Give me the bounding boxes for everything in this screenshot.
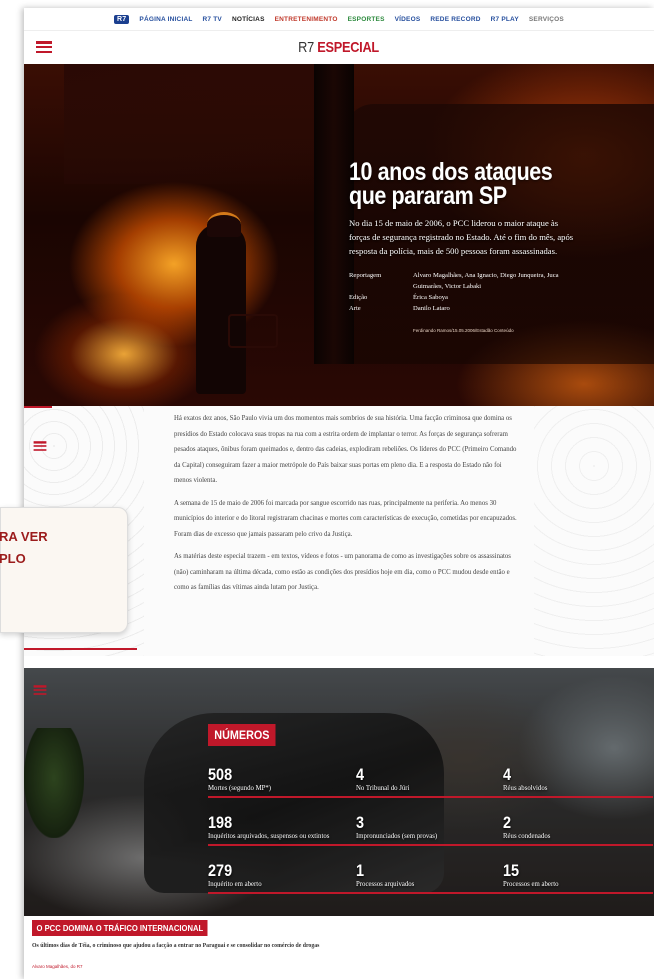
- stat-item: 15 Processos em aberto: [503, 862, 653, 894]
- hero-photo-helmet: [207, 212, 241, 237]
- stat-number: 508: [208, 765, 233, 784]
- credit-key: Edição: [349, 294, 368, 301]
- hamburger-icon[interactable]: [36, 41, 52, 53]
- nav-item-entretenimento[interactable]: ENTRETENIMENTO: [275, 16, 338, 23]
- stat-number: 2: [503, 813, 512, 832]
- nav-item-r7play[interactable]: R7 PLAY: [491, 16, 519, 23]
- section-divider: [24, 648, 137, 650]
- stat-number: 15: [503, 861, 520, 880]
- stat-number: 1: [356, 861, 365, 880]
- hero-photo-roof: [64, 64, 324, 184]
- article-paragraph: Há exatos dez anos, São Paulo vivia um d…: [174, 415, 517, 484]
- nav-item-pagina-inicial[interactable]: PÁGINA INICIAL: [139, 16, 192, 23]
- credit-row: Arte Danilo Lataro: [349, 303, 579, 314]
- nav-item-noticias[interactable]: NOTÍCIAS: [232, 16, 265, 23]
- teaser-subtitle[interactable]: Os últimos dias de Téia, o criminoso que…: [32, 942, 322, 950]
- hero-photo-firefighter: [196, 224, 246, 394]
- popup-line2: PLO: [0, 551, 26, 566]
- credits: Reportagem Alvaro Magalhães, Ana Ignacio…: [349, 270, 579, 314]
- popup-line1: RA VER: [0, 529, 48, 544]
- stat-label: Processos arquivados: [356, 880, 506, 894]
- stat-item: 279 Inquérito em aberto: [208, 862, 358, 894]
- nav-item-servicos[interactable]: SERVIÇOS: [529, 16, 564, 23]
- credit-value: Danilo Lataro: [413, 305, 450, 312]
- numbers-badge: NÚMEROS: [208, 724, 276, 746]
- credit-value: Alvaro Magalhães, Ana Ignacio, Diego Jun…: [413, 272, 559, 290]
- story-teaser[interactable]: O PCC DOMINA O TRÁFICO INTERNACIONAL Os …: [24, 916, 654, 979]
- photo-credit: Ferdinando Ramos/15.05.2006/Estadão Cont…: [413, 328, 514, 333]
- stat-item: 3 Impronunciados (sem provas): [356, 814, 506, 846]
- stat-number: 4: [503, 765, 512, 784]
- nav-item-esportes[interactable]: ESPORTES: [348, 16, 385, 23]
- numbers-section: NÚMEROS 508 Mortes (segundo MP*) 4 No Tr…: [24, 668, 654, 916]
- stat-label: Inquéritos arquivados, suspensos ou exti…: [208, 832, 358, 846]
- hero-title-line1: 10 anos dos ataques: [349, 158, 553, 186]
- stat-number: 279: [208, 861, 233, 880]
- stat-label: Réus condenados: [503, 832, 653, 846]
- nav-item-rede-record[interactable]: REDE RECORD: [430, 16, 480, 23]
- hero-title-line2: que pararam SP: [349, 182, 507, 210]
- credit-row: Edição Érica Saboya: [349, 292, 579, 303]
- decorative-pattern-right: [534, 406, 654, 656]
- brand-prefix: R7: [298, 38, 315, 56]
- top-nav: R7 PÁGINA INICIAL R7 TV NOTÍCIAS ENTRETE…: [24, 8, 654, 30]
- credit-value: Érica Saboya: [413, 294, 448, 301]
- r7-logo[interactable]: R7: [114, 14, 130, 24]
- stat-number: 4: [356, 765, 365, 784]
- credit-key: Reportagem: [349, 272, 382, 279]
- article-paragraph: As matérias deste especial trazem - em t…: [174, 553, 511, 591]
- stat-label: Impronunciados (sem provas): [356, 832, 506, 846]
- stat-number: 198: [208, 813, 233, 832]
- stat-item: 4 No Tribunal do Júri: [356, 766, 506, 798]
- overlay-popup[interactable]: RA VER PLO: [0, 507, 128, 633]
- site-header: R7 ESPECIAL: [24, 30, 654, 63]
- hamburger-icon[interactable]: [33, 685, 47, 695]
- brand-logo[interactable]: R7 ESPECIAL: [299, 39, 380, 56]
- stat-label: Mortes (segundo MP*): [208, 784, 358, 798]
- teaser-title[interactable]: O PCC DOMINA O TRÁFICO INTERNACIONAL: [32, 920, 208, 936]
- hamburger-icon[interactable]: [33, 441, 47, 451]
- credit-row: Reportagem Alvaro Magalhães, Ana Ignacio…: [349, 270, 579, 292]
- nav-item-r7tv[interactable]: R7 TV: [203, 16, 222, 23]
- nav-item-videos[interactable]: VÍDEOS: [395, 16, 421, 23]
- stat-label: Inquérito em aberto: [208, 880, 358, 894]
- credit-key: Arte: [349, 305, 361, 312]
- hero-text: 10 anos dos ataques que pararam SP No di…: [349, 158, 579, 334]
- section-divider: [24, 406, 52, 408]
- stat-item: 508 Mortes (segundo MP*): [208, 766, 358, 798]
- stat-item: 198 Inquéritos arquivados, suspensos ou …: [208, 814, 358, 846]
- stat-item: 2 Réus condenados: [503, 814, 653, 846]
- hero-lead: No dia 15 de maio de 2006, o PCC liderou…: [349, 218, 574, 256]
- page-frame: R7 PÁGINA INICIAL R7 TV NOTÍCIAS ENTRETE…: [24, 8, 654, 979]
- hero-photo-basket: [228, 314, 278, 348]
- stat-item: 1 Processos arquivados: [356, 862, 506, 894]
- stat-label: No Tribunal do Júri: [356, 784, 506, 798]
- teaser-author: Alvaro Magalhães, do R7: [32, 964, 83, 969]
- article-paragraph: A semana de 15 de maio de 2006 foi marca…: [174, 499, 517, 538]
- article-body: Há exatos dez anos, São Paulo vivia um d…: [174, 411, 519, 603]
- hero-title: 10 anos dos ataques que pararam SP: [349, 158, 573, 210]
- hero-photo-pole: [314, 64, 354, 364]
- brand-suffix: ESPECIAL: [317, 38, 380, 56]
- popup-text: RA VER PLO: [0, 526, 48, 570]
- stat-label: Processos em aberto: [503, 880, 653, 894]
- hero-section: 10 anos dos ataques que pararam SP No di…: [24, 64, 654, 406]
- stat-label: Réus absolvidos: [503, 784, 653, 798]
- stat-item: 4 Réus absolvidos: [503, 766, 653, 798]
- stat-number: 3: [356, 813, 365, 832]
